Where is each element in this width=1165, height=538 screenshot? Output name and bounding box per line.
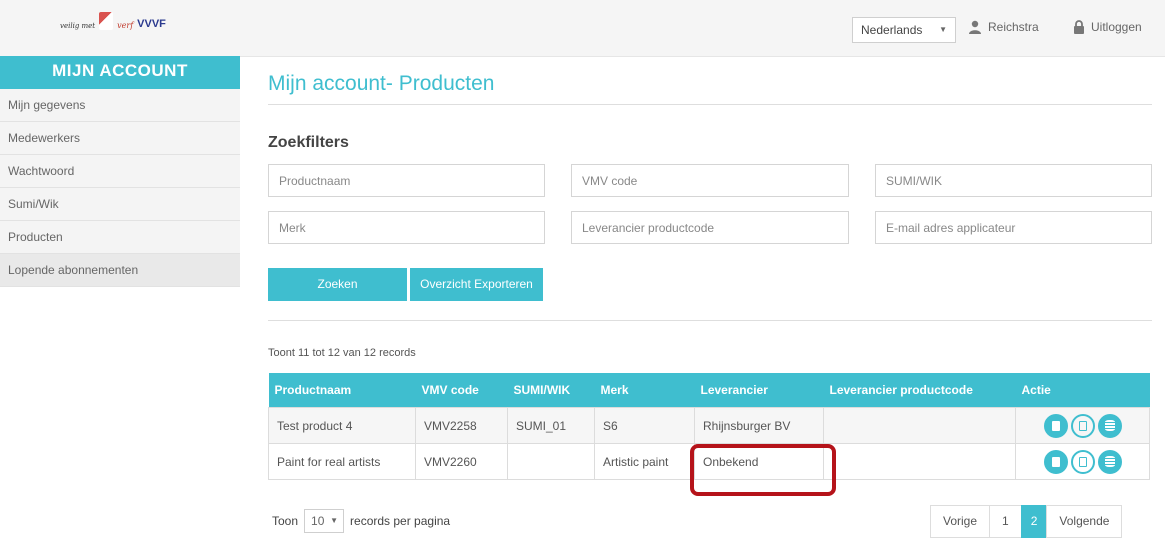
brand-input[interactable] [268, 211, 545, 244]
document-icon[interactable] [1043, 413, 1068, 438]
column-header-leverancier-productcode[interactable]: Leverancier productcode [823, 373, 1016, 408]
user-menu[interactable]: Reichstra [968, 20, 1039, 34]
language-value: Nederlands [861, 23, 923, 37]
lock-icon [1074, 20, 1084, 34]
divider [268, 320, 1152, 321]
table-header-row: Productnaam VMV code SUMI/WIK Merk Lever… [268, 373, 1150, 408]
database-icon[interactable] [1097, 449, 1122, 474]
cell-product-name: Test product 4 [268, 407, 416, 444]
sidebar: MIJN ACCOUNT Mijn gegevens Medewerkers W… [0, 56, 240, 537]
logo[interactable]: veilig met verf VVVF [60, 8, 166, 30]
cell-supplier-code [823, 443, 1016, 480]
logo-text-verf: verf [117, 21, 134, 30]
sidebar-item-mijn-gegevens[interactable]: Mijn gegevens [0, 89, 240, 122]
cell-actions [1015, 407, 1150, 444]
applicator-email-input[interactable] [875, 211, 1152, 244]
per-page-value: 10 [311, 514, 325, 528]
pdf-icon[interactable] [1070, 413, 1095, 438]
supplier-code-input[interactable] [571, 211, 849, 244]
cell-product-name: Paint for real artists [268, 443, 416, 480]
sidebar-item-medewerkers[interactable]: Medewerkers [0, 122, 240, 155]
page-1-button[interactable]: 1 [989, 505, 1022, 538]
sidebar-item-lopende-abonnementen[interactable]: Lopende abonnementen [0, 254, 240, 287]
previous-page-button[interactable]: Vorige [930, 505, 991, 538]
column-header-leverancier[interactable]: Leverancier [694, 373, 824, 408]
search-button[interactable]: Zoeken [268, 268, 407, 301]
cell-brand: S6 [594, 407, 695, 444]
pdf-icon[interactable] [1070, 449, 1095, 474]
column-header-productnaam[interactable]: Productnaam [268, 373, 416, 408]
page-2-button[interactable]: 2 [1020, 505, 1048, 538]
top-bar: veilig met verf VVVF Nederlands ▼ Reichs… [0, 0, 1165, 57]
logo-text-vvvf: VVVF [137, 18, 166, 30]
cell-supplier-code [823, 407, 1016, 444]
cell-vmv-code: VMV2260 [415, 443, 508, 480]
user-name: Reichstra [988, 20, 1039, 34]
logout-link[interactable]: Uitloggen [1073, 20, 1142, 34]
table-row: Test product 4 VMV2258 SUMI_01 S6 Rhijns… [268, 407, 1150, 444]
chevron-down-icon: ▼ [330, 516, 339, 525]
cell-sumi-wik: SUMI_01 [507, 407, 595, 444]
per-page-suffix: records per pagina [350, 514, 451, 528]
product-name-input[interactable] [268, 164, 545, 197]
cell-sumi-wik [507, 443, 595, 480]
filters-title: Zoekfilters [268, 134, 349, 151]
per-page-select[interactable]: 10 ▼ [304, 509, 345, 533]
logout-label: Uitloggen [1091, 20, 1142, 34]
records-per-page: Toon 10 ▼ records per pagina [272, 509, 450, 533]
column-header-merk[interactable]: Merk [594, 373, 695, 408]
highlight-annotation [690, 444, 836, 496]
pagination: Vorige 1 2 Volgende [930, 505, 1123, 538]
cell-actions [1015, 443, 1150, 480]
sidebar-item-wachtwoord[interactable]: Wachtwoord [0, 155, 240, 188]
user-icon [969, 20, 981, 34]
next-page-button[interactable]: Volgende [1046, 505, 1123, 538]
database-icon[interactable] [1097, 413, 1122, 438]
logo-mark-icon [99, 12, 114, 30]
cell-supplier: Rhijnsburger BV [694, 407, 824, 444]
column-header-sumi-wik[interactable]: SUMI/WIK [507, 373, 595, 408]
sidebar-item-producten[interactable]: Producten [0, 221, 240, 254]
divider [268, 104, 1152, 105]
records-info: Toont 11 tot 12 van 12 records [268, 347, 416, 359]
language-select[interactable]: Nederlands ▼ [852, 17, 956, 43]
page-title: Mijn account- Producten [268, 72, 495, 95]
export-button[interactable]: Overzicht Exporteren [410, 268, 543, 301]
logo-text-veilig: veilig met [60, 22, 96, 30]
column-header-actie: Actie [1015, 373, 1150, 408]
vmv-code-input[interactable] [571, 164, 849, 197]
cell-brand: Artistic paint [594, 443, 695, 480]
column-header-vmv-code[interactable]: VMV code [415, 373, 508, 408]
sumi-wik-input[interactable] [875, 164, 1152, 197]
chevron-down-icon: ▼ [939, 25, 947, 34]
sidebar-item-sumi-wik[interactable]: Sumi/Wik [0, 188, 240, 221]
sidebar-title: MIJN ACCOUNT [0, 56, 240, 89]
cell-vmv-code: VMV2258 [415, 407, 508, 444]
show-label: Toon [272, 514, 299, 528]
document-icon[interactable] [1043, 449, 1068, 474]
